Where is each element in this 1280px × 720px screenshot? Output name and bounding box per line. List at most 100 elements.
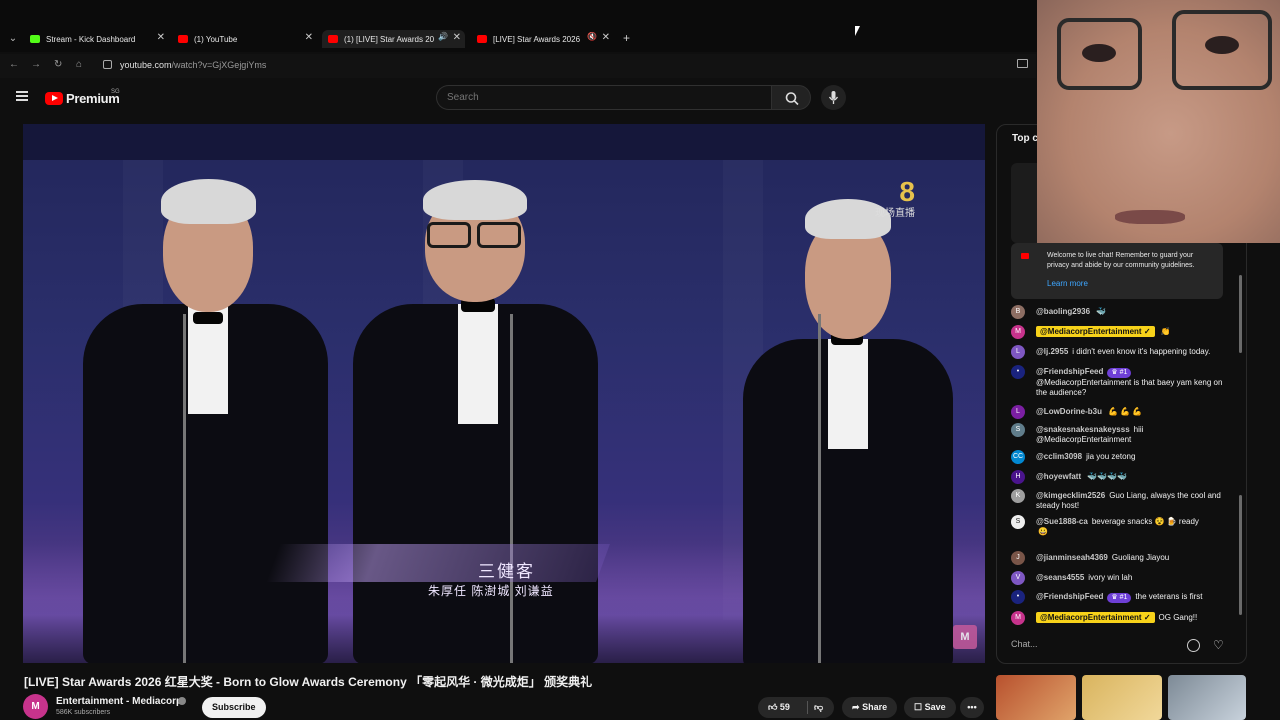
video-player[interactable]: 8 现场直播 三健客 朱厚任 陈澍城 刘谦益 M bbox=[23, 124, 985, 663]
chat-member-badge: ♛ #1 bbox=[1107, 368, 1132, 378]
chat-avatar[interactable]: M bbox=[1011, 611, 1025, 625]
mic-stand bbox=[183, 314, 186, 663]
like-button[interactable]: 👍︎ 59 bbox=[768, 702, 790, 712]
mic-stand bbox=[818, 314, 821, 663]
webcam-mouth bbox=[1115, 210, 1185, 224]
youtube-play-icon bbox=[45, 92, 63, 105]
forward-icon[interactable]: → bbox=[31, 59, 41, 70]
youtube-favicon-icon bbox=[178, 35, 188, 43]
chat-input[interactable]: Chat... bbox=[1011, 639, 1181, 655]
chat-avatar[interactable]: J bbox=[1011, 551, 1025, 565]
share-button[interactable]: ➦ Share bbox=[842, 697, 898, 718]
chat-author[interactable]: @FriendshipFeed bbox=[1036, 367, 1103, 376]
chat-avatar[interactable]: H bbox=[1011, 470, 1025, 484]
chat-author[interactable]: @Sue1888-ca bbox=[1036, 517, 1088, 526]
chat-text: jia you zetong bbox=[1086, 452, 1136, 461]
site-info-icon[interactable] bbox=[103, 60, 112, 69]
lower-third-title: 三健客 bbox=[478, 562, 535, 581]
chat-text: the veterans is first bbox=[1135, 592, 1203, 601]
save-button[interactable]: ☐ Save bbox=[904, 697, 956, 718]
audio-playing-icon[interactable]: 🔊 bbox=[438, 32, 448, 41]
channel8-number: 8 bbox=[899, 176, 915, 207]
learn-more-link[interactable]: Learn more bbox=[1047, 279, 1088, 288]
subscribe-button[interactable]: Subscribe bbox=[202, 697, 266, 718]
tab-search-icon[interactable]: ⌄ bbox=[6, 32, 20, 46]
chat-avatar[interactable]: K bbox=[1011, 489, 1025, 503]
reload-icon[interactable]: ↻ bbox=[54, 59, 62, 70]
chat-emoji: 😀 bbox=[1038, 527, 1048, 536]
more-actions-button[interactable]: ••• bbox=[960, 697, 984, 718]
youtube-premium-logo[interactable]: Premium SG bbox=[45, 89, 120, 106]
tab-star-awards[interactable]: [LIVE] Star Awards 2026 红星 🔇 ✕ bbox=[477, 30, 610, 48]
tab-youtube[interactable]: (1) YouTube ✕ bbox=[178, 30, 313, 48]
chat-author[interactable]: @lj.2955 bbox=[1036, 347, 1068, 356]
new-tab-button[interactable]: + bbox=[623, 31, 630, 45]
chat-scrollbar-top[interactable] bbox=[1239, 275, 1242, 353]
channel-name[interactable]: Entertainment - Mediacorp bbox=[56, 696, 182, 707]
mic-stand bbox=[510, 314, 513, 663]
muted-icon[interactable]: 🔇 bbox=[587, 32, 597, 41]
like-count: 59 bbox=[779, 702, 790, 712]
chat-author[interactable]: @snakesnakesnakeysss bbox=[1036, 425, 1130, 434]
tab-star-awards-active[interactable]: (1) [LIVE] Star Awards 2026 🔊 ✕ bbox=[322, 30, 465, 48]
chat-mode-selector[interactable]: Top c bbox=[1012, 133, 1038, 144]
chat-avatar[interactable]: • bbox=[1011, 365, 1025, 379]
chat-author[interactable]: @kimgecklim2526 bbox=[1036, 491, 1105, 500]
chat-avatar[interactable]: L bbox=[1011, 345, 1025, 359]
chat-author[interactable]: @LowDorine-b3u bbox=[1036, 407, 1102, 416]
chat-member-badge: ♛ #1 bbox=[1107, 593, 1132, 603]
menu-icon[interactable] bbox=[16, 91, 28, 101]
chat-author[interactable]: @hoyewfatt bbox=[1036, 472, 1081, 481]
url-host: youtube.com bbox=[120, 60, 172, 70]
share-icon: ➦ bbox=[852, 702, 860, 712]
heart-reaction-icon[interactable]: ♡ bbox=[1213, 638, 1224, 652]
chat-author[interactable]: @baoling2936 bbox=[1036, 307, 1090, 316]
recommended-thumbnail[interactable] bbox=[996, 675, 1076, 720]
back-icon[interactable]: ← bbox=[9, 59, 19, 70]
close-tab-icon[interactable]: ✕ bbox=[305, 32, 313, 43]
chat-avatar[interactable]: L bbox=[1011, 405, 1025, 419]
recommended-thumbnail[interactable] bbox=[1168, 675, 1246, 720]
divider bbox=[807, 701, 808, 714]
chat-text: i didn't even know it's happening today. bbox=[1072, 347, 1211, 356]
recommended-thumbnail[interactable] bbox=[1082, 675, 1162, 720]
chat-avatar[interactable]: S bbox=[1011, 423, 1025, 437]
logo-region: SG bbox=[111, 89, 120, 95]
dislike-button[interactable]: 👎︎ bbox=[814, 697, 823, 718]
chat-avatar[interactable]: V bbox=[1011, 571, 1025, 585]
emoji-picker-icon[interactable] bbox=[1187, 639, 1200, 652]
chat-author-owner[interactable]: @MediacorpEntertainment ✓ bbox=[1036, 326, 1155, 337]
search-icon bbox=[785, 92, 799, 106]
webcam-overlay bbox=[1037, 0, 1280, 243]
chat-author[interactable]: @jianminseah4369 bbox=[1036, 553, 1108, 562]
microphone-icon bbox=[828, 91, 839, 104]
chat-emoji: 🐳 bbox=[1096, 307, 1107, 316]
chat-welcome-banner: Welcome to live chat! Remember to guard … bbox=[1011, 243, 1223, 299]
close-tab-icon[interactable]: ✕ bbox=[157, 32, 165, 43]
chat-avatar[interactable]: B bbox=[1011, 305, 1025, 319]
home-icon[interactable]: ⌂ bbox=[76, 59, 82, 70]
close-tab-icon[interactable]: ✕ bbox=[602, 32, 610, 43]
chat-author[interactable]: @cclim3098 bbox=[1036, 452, 1082, 461]
thumbs-up-icon: 👍︎ bbox=[768, 702, 778, 712]
search-button[interactable] bbox=[771, 85, 811, 110]
tab-kick-dashboard[interactable]: Stream - Kick Dashboard ✕ bbox=[30, 30, 165, 48]
voice-search-button[interactable] bbox=[821, 85, 846, 110]
search-input[interactable] bbox=[437, 86, 772, 109]
channel8-live-label: 现场直播 bbox=[875, 208, 915, 219]
chat-text: Guoliang Jiayou bbox=[1111, 553, 1170, 562]
url-field[interactable]: youtube.com/watch?v=GjXGejgiYms bbox=[120, 60, 266, 70]
close-tab-icon[interactable]: ✕ bbox=[453, 32, 461, 43]
chat-avatar[interactable]: CC bbox=[1011, 450, 1025, 464]
chat-author[interactable]: @FriendshipFeed bbox=[1036, 592, 1103, 601]
chat-avatar[interactable]: • bbox=[1011, 590, 1025, 604]
channel-avatar[interactable]: M bbox=[23, 694, 48, 719]
chat-author[interactable]: @seans4555 bbox=[1036, 573, 1084, 582]
chat-text: @MediacorpEntertainment is that baey yam… bbox=[1036, 378, 1223, 397]
chat-author-owner[interactable]: @MediacorpEntertainment ✓ bbox=[1036, 612, 1155, 623]
cast-icon[interactable] bbox=[1017, 59, 1028, 68]
chat-avatar[interactable]: S bbox=[1011, 515, 1025, 529]
chat-scrollbar[interactable] bbox=[1239, 495, 1242, 615]
mouse-cursor-icon bbox=[855, 26, 863, 36]
chat-avatar[interactable]: M bbox=[1011, 325, 1025, 339]
